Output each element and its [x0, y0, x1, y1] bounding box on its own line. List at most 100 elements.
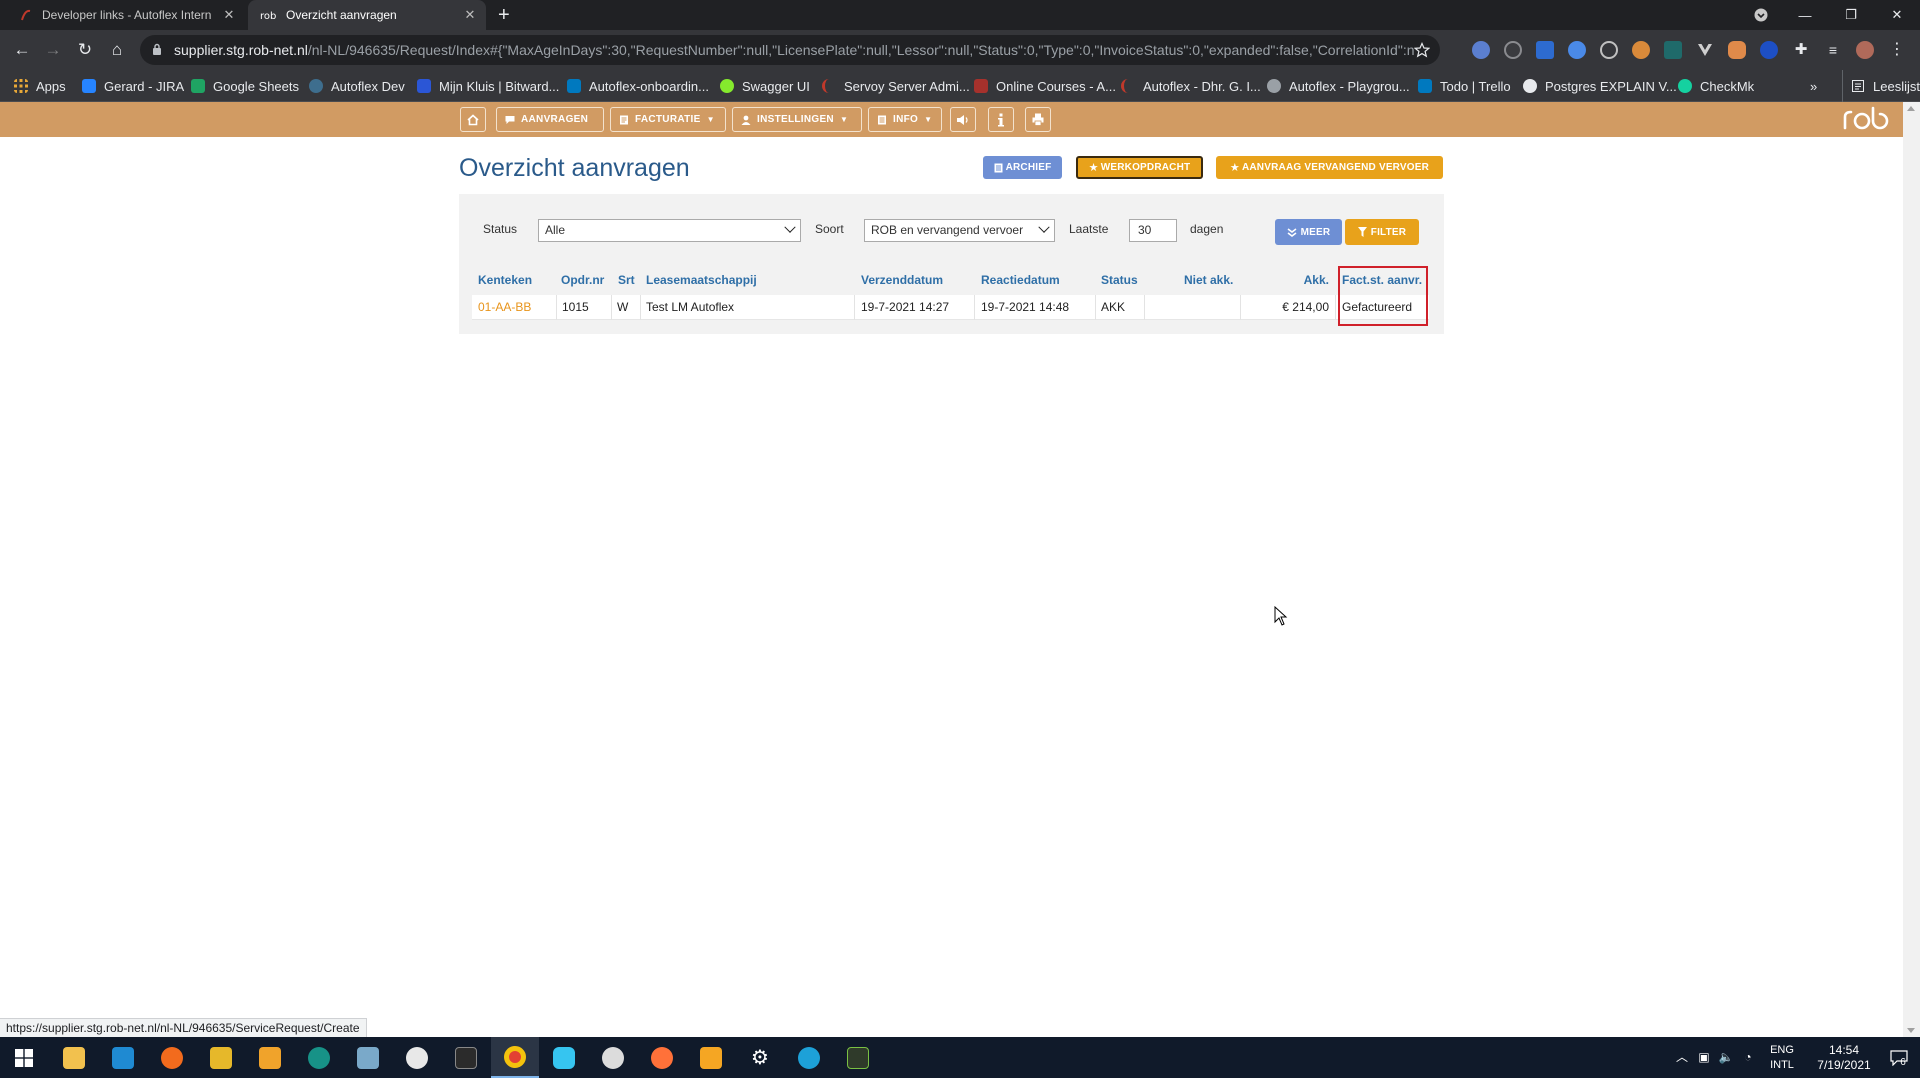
archief-button[interactable]: ARCHIEF — [983, 156, 1062, 179]
license-plate-link[interactable]: 01-AA-BB — [478, 300, 531, 314]
address-bar[interactable]: supplier.stg.rob-net.nl/nl-NL/946635/Req… — [140, 35, 1440, 65]
reload-icon[interactable]: ↻ — [73, 38, 97, 62]
bookmark-jira[interactable]: Gerard - JIRA — [82, 70, 184, 102]
close-tab-icon[interactable]: ✕ — [462, 7, 478, 23]
taskbar-app-circle[interactable] — [393, 1037, 441, 1078]
soort-filter-select[interactable]: ROB en vervangend vervoer — [864, 219, 1055, 242]
taskbar-settings[interactable]: ⚙ — [736, 1037, 784, 1078]
scroll-up-arrow-icon[interactable] — [1907, 106, 1915, 111]
extension-icon[interactable] — [1664, 41, 1682, 59]
windows-start-button[interactable] — [0, 1037, 48, 1078]
bookmark-bitwarden[interactable]: Mijn Kluis | Bitward... — [417, 70, 559, 102]
extension-icon[interactable] — [1472, 41, 1490, 59]
column-header-verzenddatum[interactable]: Verzenddatum — [861, 273, 943, 287]
bookmark-online-courses[interactable]: Online Courses - A... — [974, 70, 1116, 102]
extension-icon[interactable] — [1568, 41, 1586, 59]
browser-menu-icon[interactable]: ⋮ — [1888, 41, 1906, 59]
bookmark-apps[interactable]: Apps — [14, 70, 66, 102]
announcements-button[interactable] — [950, 107, 976, 132]
restore-window-button[interactable]: ❐ — [1828, 0, 1874, 30]
home-icon[interactable]: ⌂ — [105, 38, 129, 62]
taskbar-app-globe[interactable] — [589, 1037, 637, 1078]
nav-aanvragen-button[interactable]: AANVRAGEN — [496, 107, 604, 132]
taskbar-slack[interactable] — [540, 1037, 588, 1078]
taskbar-firefox-dev[interactable] — [638, 1037, 686, 1078]
notification-center-button[interactable]: 6 — [1878, 1037, 1918, 1078]
column-header-kenteken[interactable]: Kenteken — [478, 273, 532, 287]
taskbar-gitkraken[interactable] — [295, 1037, 343, 1078]
meer-button[interactable]: MEER — [1275, 219, 1342, 245]
tab-developer-links[interactable]: Developer links - Autoflex Intern ✕ — [0, 0, 245, 30]
aanvraag-vervangend-vervoer-button[interactable]: ★ AANVRAAG VERVANGEND VERVOER — [1216, 156, 1443, 179]
bookmark-swagger[interactable]: Swagger UI — [720, 70, 810, 102]
language-indicator[interactable]: ENG INTL — [1762, 1037, 1802, 1078]
nav-info-dropdown[interactable]: INFO ▼ — [868, 107, 942, 132]
reading-list-button[interactable]: Leeslijst — [1842, 70, 1920, 102]
vue-devtools-icon[interactable] — [1696, 41, 1714, 59]
column-header-reactiedatum[interactable]: Reactiedatum — [981, 273, 1060, 287]
close-tab-icon[interactable]: ✕ — [221, 7, 237, 23]
column-header-status[interactable]: Status — [1101, 273, 1138, 287]
scroll-down-arrow-icon[interactable] — [1907, 1028, 1915, 1033]
extensions-puzzle-icon[interactable]: ✚ — [1792, 41, 1810, 59]
close-window-button[interactable]: ✕ — [1874, 0, 1920, 30]
bookmark-servoy[interactable]: Servoy Server Admi... — [822, 70, 970, 102]
wifi-tray-icon[interactable]: ◔ — [1738, 1037, 1758, 1078]
bookmark-autoflex-dev[interactable]: Autoflex Dev — [309, 70, 405, 102]
nav-facturatie-dropdown[interactable]: FACTURATIE ▼ — [610, 107, 726, 132]
max-age-days-input[interactable]: 30 — [1129, 219, 1177, 242]
taskbar-outlook[interactable] — [246, 1037, 294, 1078]
forward-arrow-icon[interactable]: → — [41, 38, 65, 62]
bookmarks-overflow-chevron-icon[interactable]: » — [1810, 70, 1817, 102]
column-header-srt[interactable]: Srt — [618, 273, 635, 287]
status-filter-select[interactable]: Alle — [538, 219, 801, 242]
taskbar-firefox[interactable] — [148, 1037, 196, 1078]
volume-tray-icon[interactable]: 🔈 — [1716, 1037, 1736, 1078]
column-header-leasemaatschappij[interactable]: Leasemaatschappij — [646, 273, 757, 287]
reading-mode-icon[interactable]: ≡ — [1824, 41, 1842, 59]
cookie-extension-icon[interactable] — [1632, 41, 1650, 59]
extension-icon[interactable] — [1600, 41, 1618, 59]
profile-avatar[interactable] — [1856, 41, 1874, 59]
bookmark-autoflex-playground[interactable]: Autoflex - Playgrou... — [1267, 70, 1410, 102]
bookmark-checkmk[interactable]: CheckMk — [1678, 70, 1754, 102]
extension-icon[interactable] — [1728, 41, 1746, 59]
network-tray-icon[interactable]: ▣ — [1694, 1037, 1714, 1078]
taskbar-vscode[interactable] — [99, 1037, 147, 1078]
tab-overzicht-aanvragen[interactable]: rob Overzicht aanvragen ✕ — [248, 0, 486, 30]
clock[interactable]: 14:54 7/19/2021 — [1806, 1037, 1882, 1078]
werkopdracht-button[interactable]: ★ WERKOPDRACHT — [1076, 156, 1203, 179]
bookmark-postgres-explain[interactable]: Postgres EXPLAIN V... — [1523, 70, 1677, 102]
column-header-niet-akk[interactable]: Niet akk. — [1184, 273, 1233, 287]
back-arrow-icon[interactable]: ← — [10, 38, 34, 62]
minimize-window-button[interactable]: — — [1782, 0, 1828, 30]
extension-icon[interactable] — [1536, 41, 1554, 59]
vertical-scrollbar[interactable] — [1903, 102, 1920, 1037]
bookmark-todo-trello[interactable]: Todo | Trello — [1418, 70, 1511, 102]
information-button[interactable] — [988, 107, 1014, 132]
column-header-akk[interactable]: Akk. — [1240, 273, 1329, 287]
bookmark-autoflex-onboarding[interactable]: Autoflex-onboardin... — [567, 70, 709, 102]
home-button[interactable] — [460, 107, 486, 132]
profile-menu-icon[interactable] — [1738, 0, 1784, 30]
nav-instellingen-dropdown[interactable]: INSTELLINGEN ▼ — [732, 107, 862, 132]
bitwarden-extension-icon[interactable] — [1760, 41, 1778, 59]
bookmark-autoflex-dhr[interactable]: Autoflex - Dhr. G. I... — [1121, 70, 1261, 102]
column-header-opdrnr[interactable]: Opdr.nr — [561, 273, 604, 287]
taskbar-app-chart[interactable] — [834, 1037, 882, 1078]
new-tab-button[interactable]: + — [498, 4, 510, 26]
filter-button[interactable]: FILTER — [1345, 219, 1419, 245]
bookmark-star-icon[interactable] — [1414, 42, 1430, 58]
extension-icon[interactable] — [1504, 41, 1522, 59]
show-hidden-icons-chevron-icon[interactable]: ︿ — [1672, 1037, 1692, 1078]
bookmark-google-sheets[interactable]: Google Sheets — [191, 70, 299, 102]
rob-logo[interactable] — [1842, 104, 1892, 134]
taskbar-terminal[interactable] — [442, 1037, 490, 1078]
taskbar-photos[interactable] — [344, 1037, 392, 1078]
print-button[interactable] — [1025, 107, 1051, 132]
taskbar-edge[interactable] — [785, 1037, 833, 1078]
taskbar-chrome[interactable] — [491, 1037, 539, 1078]
taskbar-file-explorer[interactable] — [50, 1037, 98, 1078]
taskbar-app-bolt[interactable] — [687, 1037, 735, 1078]
taskbar-app-yellow[interactable] — [197, 1037, 245, 1078]
